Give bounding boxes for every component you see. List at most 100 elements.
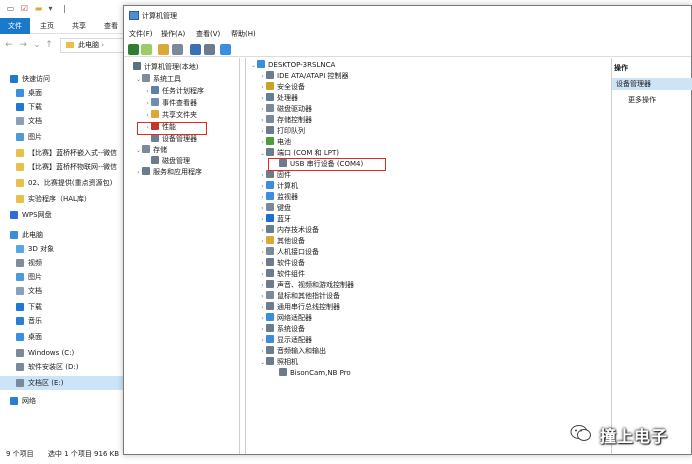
device-category[interactable]: › 蓝牙 <box>259 214 291 225</box>
monitor-icon[interactable] <box>220 44 231 55</box>
ribbon-tab-view[interactable]: 查看 <box>96 18 126 34</box>
chevron-right-icon[interactable]: › <box>259 247 266 258</box>
nav-item[interactable]: 02、比赛提供(重点资源包) <box>0 176 123 190</box>
nav-item[interactable]: 实验程序（HAL库） <box>0 192 123 206</box>
chevron-right-icon[interactable]: › <box>259 71 266 82</box>
chevron-right-icon[interactable]: › <box>259 192 266 203</box>
device-category[interactable]: › 存储控制器 <box>259 115 312 126</box>
device-category[interactable]: › 内存技术设备 <box>259 225 319 236</box>
recent-chevron-icon[interactable]: ⌄ <box>32 39 42 51</box>
nav-item[interactable]: 3D 对象 <box>0 242 123 256</box>
device-category[interactable]: › 安全设备 <box>259 82 305 93</box>
ribbon-tab-file[interactable]: 文件 <box>0 18 30 34</box>
device-category[interactable]: › 通用串行总线控制器 <box>259 302 340 313</box>
chevron-right-icon[interactable]: › <box>259 104 266 115</box>
nav-item[interactable]: 网络 <box>0 394 123 408</box>
chevron-right-icon[interactable]: › <box>259 181 266 192</box>
nav-item[interactable]: 音乐 <box>0 314 123 328</box>
chevron-right-icon[interactable]: › <box>259 302 266 313</box>
chevron-right-icon[interactable]: › <box>259 115 266 126</box>
device-category[interactable]: › 声音、视频和游戏控制器 <box>259 280 354 291</box>
chevron-right-icon[interactable]: › <box>259 137 266 148</box>
nav-item[interactable]: 文档区 (E:) <box>0 376 123 390</box>
chevron-right-icon[interactable]: › <box>259 170 266 181</box>
device-category[interactable]: ⌄ 照相机 <box>259 357 298 368</box>
tree-node[interactable]: 磁盘管理 <box>144 156 190 167</box>
forward-arrow-icon[interactable] <box>141 44 152 55</box>
action-device-manager[interactable]: 设备管理器 <box>612 78 692 90</box>
menu-view[interactable]: 查看(V) <box>196 27 220 42</box>
device-category[interactable]: › 计算机 <box>259 181 298 192</box>
chevron-right-icon[interactable]: › <box>259 225 266 236</box>
up-icon[interactable]: ↑ <box>44 39 54 51</box>
chevron-down-icon[interactable]: ⌄ <box>259 148 266 159</box>
device-category[interactable]: › 键盘 <box>259 203 291 214</box>
chevron-right-icon[interactable]: › <box>259 93 266 104</box>
nav-item[interactable]: 【比赛】蓝桥杯物联网--微信 <box>0 160 123 174</box>
back-arrow-icon[interactable] <box>128 44 139 55</box>
device-category[interactable]: › 网络适配器 <box>259 313 312 324</box>
nav-item[interactable]: 快速访问 <box>0 72 123 86</box>
chevron-down-icon[interactable]: ⌄ <box>135 74 142 85</box>
menu-help[interactable]: 帮助(H) <box>231 27 256 42</box>
nav-item[interactable]: 图片 <box>0 270 123 284</box>
ribbon-tab-home[interactable]: 主页 <box>32 18 62 34</box>
menu-file[interactable]: 文件(F) <box>129 27 153 42</box>
address-bar[interactable]: 此电脑 › <box>60 38 130 53</box>
tree-node[interactable]: 设备管理器 <box>144 134 197 145</box>
new-folder-icon[interactable]: ▬ <box>34 4 43 13</box>
nav-item[interactable]: 图片 <box>0 130 123 144</box>
chevron-down-icon[interactable]: ⌄ <box>250 60 257 71</box>
chevron-right-icon[interactable]: › <box>144 110 151 121</box>
chevron-down-icon[interactable]: ⌄ <box>135 145 142 156</box>
tree-node[interactable]: ⌄ 存储 <box>135 145 167 156</box>
device-category[interactable]: › 音频输入和输出 <box>259 346 326 357</box>
nav-item[interactable]: 【比赛】蓝桥杯嵌入式--微信 <box>0 146 123 160</box>
nav-item[interactable]: 桌面 <box>0 330 123 344</box>
device-category[interactable]: › 监视器 <box>259 192 298 203</box>
chevron-down-icon[interactable]: ⌄ <box>259 357 266 368</box>
tree-node[interactable]: › 任务计划程序 <box>144 86 204 97</box>
device-category[interactable]: BisonCam,NB Pro <box>272 368 351 379</box>
nav-item[interactable]: Windows (C:) <box>0 346 123 360</box>
chevron-right-icon[interactable]: › <box>259 203 266 214</box>
nav-item[interactable]: WPS网盘 <box>0 208 123 222</box>
chevron-down-icon[interactable]: ▾ <box>46 4 55 13</box>
device-category[interactable]: › 鼠标和其他指针设备 <box>259 291 340 302</box>
device-tree-root[interactable]: ⌄ DESKTOP-3RSLNCA <box>250 60 335 71</box>
chevron-right-icon[interactable]: › <box>144 98 151 109</box>
chevron-right-icon[interactable]: › <box>259 269 266 280</box>
chevron-right-icon[interactable]: › <box>259 291 266 302</box>
tree-node[interactable]: › 事件查看器 <box>144 98 197 109</box>
nav-item[interactable]: 文档 <box>0 114 123 128</box>
nav-item[interactable]: 此电脑 <box>0 228 123 242</box>
device-category[interactable]: › 固件 <box>259 170 291 181</box>
tree-node[interactable]: ⌄ 系统工具 <box>135 74 181 85</box>
device-category[interactable]: › 软件设备 <box>259 258 305 269</box>
show-hide-tree-icon[interactable] <box>172 44 183 55</box>
chevron-right-icon[interactable]: › <box>259 258 266 269</box>
chevron-right-icon[interactable]: › <box>259 280 266 291</box>
chevron-right-icon[interactable]: › <box>259 126 266 137</box>
nav-item[interactable]: 文档 <box>0 284 123 298</box>
chevron-right-icon[interactable]: › <box>144 86 151 97</box>
forward-icon[interactable]: → <box>18 39 28 51</box>
tree-node[interactable]: › 共享文件夹 <box>144 110 197 121</box>
more-actions-link[interactable]: 更多操作 <box>628 94 656 106</box>
tree-node[interactable]: 计算机管理(本地) <box>126 62 198 73</box>
nav-item[interactable]: 视频 <box>0 256 123 270</box>
device-category[interactable]: › 其他设备 <box>259 236 305 247</box>
nav-item[interactable]: 软件安装区 (D:) <box>0 360 123 374</box>
properties-icon[interactable]: ☑ <box>20 4 29 13</box>
tree-node[interactable]: › 服务和应用程序 <box>135 167 202 178</box>
device-category[interactable]: › 打印队列 <box>259 126 305 137</box>
device-category[interactable]: › 显示适配器 <box>259 335 312 346</box>
device-category[interactable]: › 处理器 <box>259 93 298 104</box>
chevron-right-icon[interactable]: › <box>259 324 266 335</box>
device-category[interactable]: › 磁盘驱动器 <box>259 104 312 115</box>
menu-action[interactable]: 操作(A) <box>161 27 185 42</box>
chevron-right-icon[interactable]: › <box>259 236 266 247</box>
nav-item[interactable]: 下载 <box>0 100 123 114</box>
chevron-right-icon[interactable]: › <box>259 335 266 346</box>
back-icon[interactable]: ← <box>4 39 14 51</box>
